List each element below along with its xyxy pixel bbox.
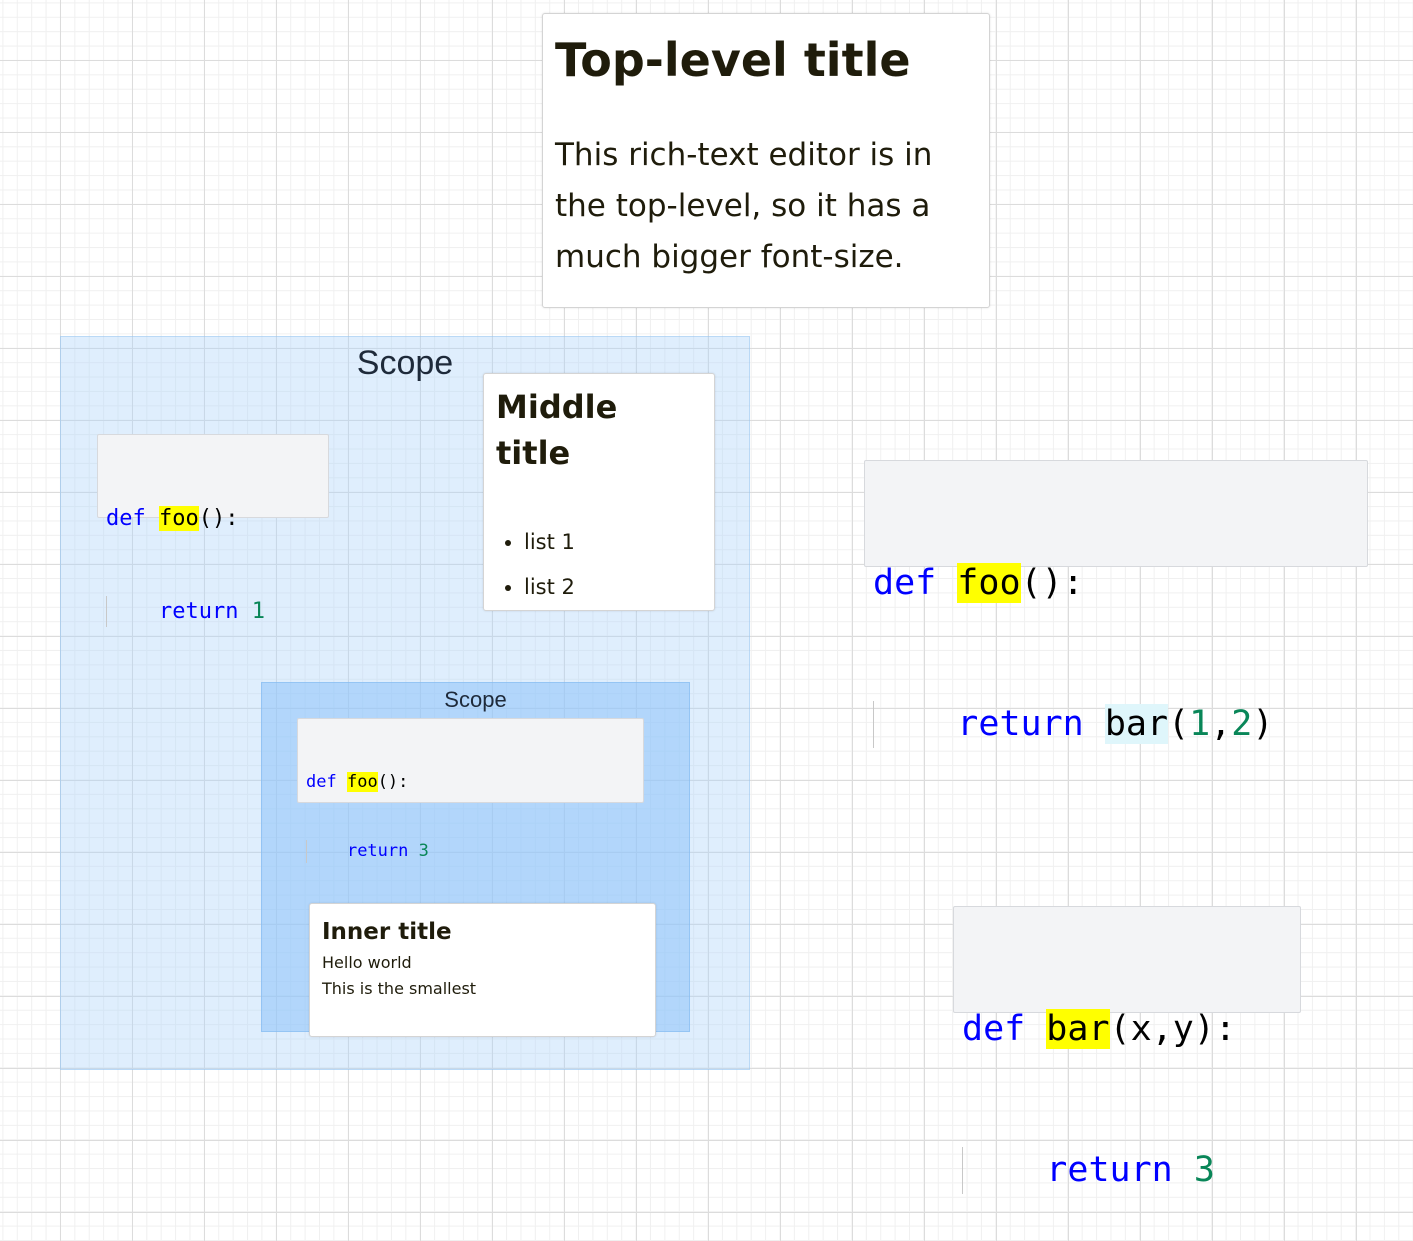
list-item: list 1 (524, 520, 702, 565)
arg-1: 1 (1189, 704, 1211, 744)
list-item: list 2 (524, 565, 702, 610)
inner-scope-label: Scope (444, 687, 507, 712)
keyword-return: return (346, 841, 409, 861)
return-value: 1 (251, 599, 265, 624)
signature-rest: (): (198, 506, 239, 531)
arg-2: 2 (1231, 704, 1253, 744)
function-name: bar (1046, 1009, 1110, 1049)
return-value: 3 (418, 841, 429, 861)
indent-guide (962, 1147, 963, 1194)
top-level-title: Top-level title (555, 33, 911, 87)
call-name: bar (1104, 704, 1169, 744)
signature-rest: (): (377, 772, 409, 792)
indent-guide (306, 840, 307, 863)
right-code-block-bar[interactable]: def bar(x,y): return 3 (953, 906, 1301, 1194)
function-name: foo (957, 563, 1021, 603)
close-paren: ) (1252, 704, 1274, 744)
code-line-2: return 3 (962, 1147, 1292, 1194)
keyword-def: def (106, 506, 146, 531)
code-line-2: return 3 (306, 840, 635, 863)
code-line-1: def foo(): (106, 503, 320, 534)
keyword-return: return (1046, 1150, 1173, 1190)
code-line-1: def foo(): (306, 771, 635, 794)
inner-text-card[interactable]: Inner title Hello world This is the smal… (309, 903, 656, 1037)
code-line-1: def bar(x,y): (962, 1006, 1292, 1053)
signature-rest: (): (1020, 563, 1084, 603)
indent-guide (873, 701, 874, 748)
keyword-def: def (962, 1009, 1026, 1049)
keyword-return: return (158, 599, 239, 624)
keyword-return: return (957, 704, 1084, 744)
indent-guide (106, 596, 107, 627)
code-line-2: return 1 (106, 596, 320, 627)
inner-title: Inner title (322, 919, 452, 945)
middle-title: Middle title (496, 388, 618, 472)
middle-list: list 1 list 2 (496, 520, 702, 610)
signature-rest: (x,y): (1109, 1009, 1236, 1049)
keyword-def: def (306, 772, 337, 792)
inner-line-2: This is the smallest (322, 979, 477, 998)
inner-line-1: Hello world (322, 953, 412, 972)
top-level-body: This rich-text editor is in the top-leve… (555, 137, 933, 275)
outer-code-block[interactable]: def foo(): return 1 (97, 434, 329, 627)
function-name: foo (346, 772, 378, 792)
comma: , (1210, 704, 1232, 744)
code-line-2: return bar(1,2) (873, 701, 1359, 748)
inner-code-block[interactable]: def foo(): return 3 (297, 718, 644, 863)
open-paren: ( (1168, 704, 1190, 744)
top-level-text-card[interactable]: Top-level title This rich-text editor is… (542, 13, 990, 308)
keyword-def: def (873, 563, 937, 603)
middle-text-card[interactable]: Middle title list 1 list 2 (483, 373, 715, 611)
right-code-block-foo[interactable]: def foo(): return bar(1,2) (864, 460, 1368, 748)
function-name: foo (159, 506, 199, 531)
code-line-1: def foo(): (873, 560, 1359, 607)
return-value: 3 (1193, 1150, 1215, 1190)
